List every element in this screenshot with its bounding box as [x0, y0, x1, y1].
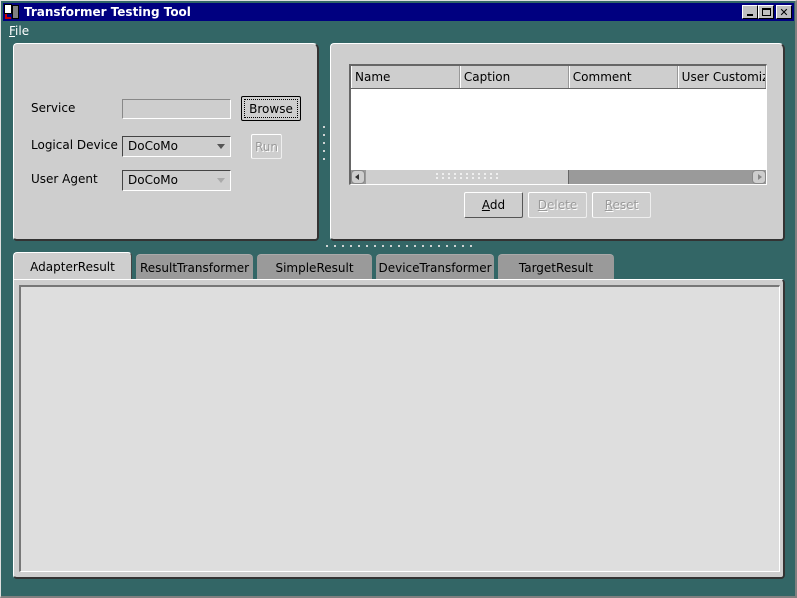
add-label: Add: [481, 198, 506, 212]
tab-result-transformer[interactable]: ResultTransformer: [136, 254, 253, 280]
adapter-result-output[interactable]: [19, 285, 780, 572]
items-table[interactable]: Name Caption Comment User Customiz: [349, 64, 767, 185]
horizontal-scrollbar[interactable]: [351, 169, 766, 184]
tab-label: ResultTransformer: [139, 260, 250, 275]
column-header-name[interactable]: Name: [351, 66, 460, 88]
vertical-splitter-handle[interactable]: [321, 123, 327, 163]
horizontal-splitter-handle[interactable]: [323, 243, 475, 249]
column-header-user-customization[interactable]: User Customiz: [677, 66, 766, 88]
tab-label: SimpleResult: [275, 260, 354, 275]
result-tabs: AdapterResult ResultTransformer SimpleRe…: [13, 252, 618, 281]
tab-target-result[interactable]: TargetResult: [498, 254, 614, 280]
menu-file[interactable]: File: [9, 24, 29, 38]
delete-button[interactable]: Delete: [528, 192, 587, 218]
settings-panel: Service Browse Logical Device DoCoMo Run…: [13, 43, 319, 241]
logical-device-label: Logical Device: [31, 138, 118, 152]
browse-button[interactable]: Browse: [241, 96, 301, 121]
user-agent-select[interactable]: DoCoMo: [122, 170, 231, 191]
delete-label: Delete: [537, 198, 578, 212]
add-button[interactable]: Add: [464, 192, 523, 218]
minimize-button[interactable]: [742, 5, 758, 19]
app-icon: [4, 4, 20, 20]
items-panel: Name Caption Comment User Customiz Add D…: [330, 43, 785, 241]
app-window: Transformer Testing Tool ✕ File Service …: [0, 0, 797, 598]
maximize-icon: [761, 8, 771, 16]
column-header-caption[interactable]: Caption: [459, 66, 569, 88]
reset-label: Reset: [604, 198, 639, 212]
user-agent-value: DoCoMo: [128, 173, 178, 187]
scroll-right-arrow-icon[interactable]: [752, 170, 766, 184]
table-header: Name Caption Comment User Customiz: [351, 66, 766, 89]
tab-label: TargetResult: [518, 260, 594, 275]
column-header-comment[interactable]: Comment: [568, 66, 678, 88]
close-button[interactable]: ✕: [776, 5, 792, 19]
run-label: Run: [254, 139, 278, 154]
tab-simple-result[interactable]: SimpleResult: [257, 254, 372, 280]
window-title: Transformer Testing Tool: [24, 5, 191, 19]
scrollbar-thumb[interactable]: [366, 170, 569, 184]
tab-adapter-result[interactable]: AdapterResult: [13, 252, 132, 281]
chevron-down-icon: [217, 144, 225, 149]
chevron-down-icon: [217, 178, 225, 183]
tab-label: AdapterResult: [30, 260, 115, 274]
table-body[interactable]: [351, 89, 766, 169]
tab-device-transformer[interactable]: DeviceTransformer: [376, 254, 494, 280]
service-input[interactable]: [122, 99, 231, 119]
minimize-icon: [747, 14, 753, 16]
close-icon: ✕: [779, 5, 789, 19]
run-button[interactable]: Run: [251, 134, 282, 159]
reset-button[interactable]: Reset: [592, 192, 651, 218]
maximize-button[interactable]: [758, 5, 774, 19]
user-agent-label: User Agent: [31, 172, 98, 186]
title-bar[interactable]: Transformer Testing Tool ✕: [3, 3, 794, 21]
grip-icon: [434, 172, 500, 180]
logical-device-value: DoCoMo: [128, 139, 178, 153]
service-label: Service: [31, 101, 76, 115]
tab-content-panel: [13, 279, 785, 579]
scroll-left-arrow-icon[interactable]: [351, 170, 365, 184]
logical-device-select[interactable]: DoCoMo: [122, 136, 231, 157]
tab-label: DeviceTransformer: [378, 260, 492, 275]
menu-bar: File: [9, 24, 29, 40]
